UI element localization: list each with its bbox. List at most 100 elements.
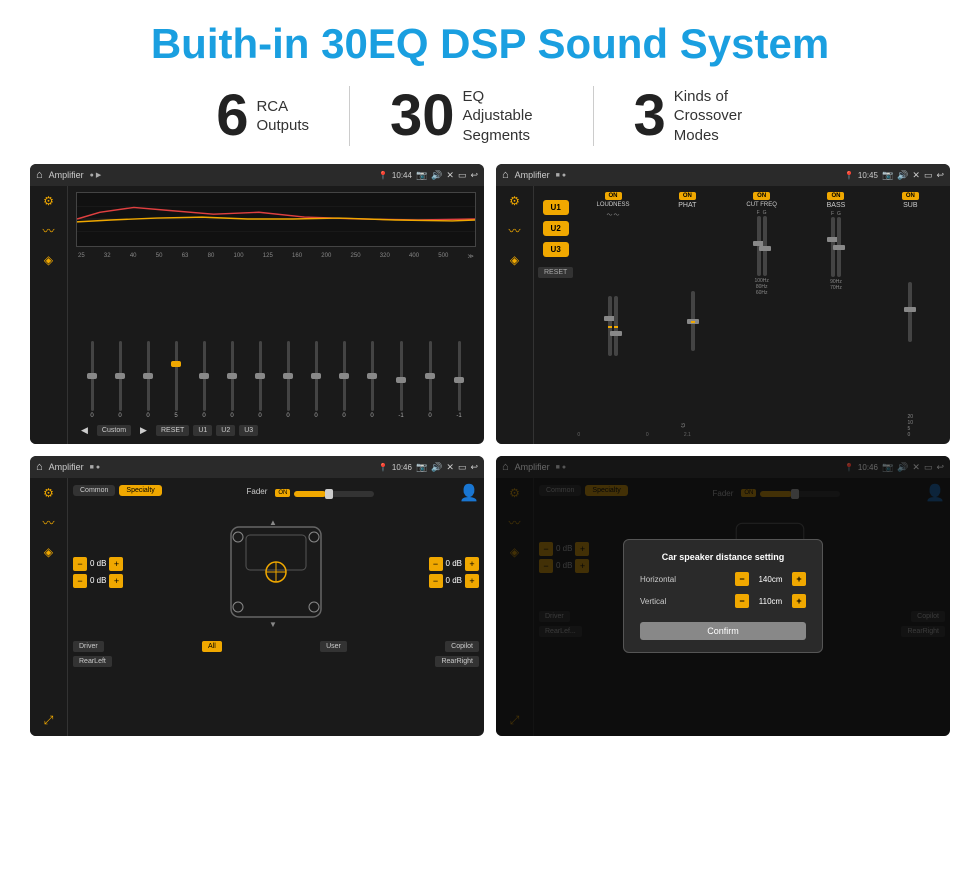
bass-label: BASS (827, 202, 846, 209)
back-icon-2[interactable]: ↩ (936, 170, 944, 181)
phat-fader[interactable] (691, 291, 695, 351)
loudness-fader-1[interactable] (608, 296, 612, 356)
back-icon-3[interactable]: ↩ (470, 462, 478, 473)
right-front-vol: − 0 dB + (429, 557, 479, 571)
specialty-tab[interactable]: Specialty (119, 485, 161, 496)
screen3-top-row: Common Specialty Fader ON 👤 (73, 483, 479, 503)
left-rear-minus[interactable]: − (73, 574, 87, 588)
fader-bar[interactable] (294, 491, 374, 497)
eq-slider-12: 0 (428, 341, 431, 419)
speaker-icon-3[interactable]: ◈ (44, 545, 53, 559)
horizontal-minus-button[interactable]: − (735, 572, 749, 586)
screen1-eq-content: 25 32 40 50 63 80 100 125 160 200 250 32… (68, 186, 484, 444)
minimize-icon-3[interactable]: ▭ (458, 462, 467, 473)
u1-amp-button[interactable]: U1 (543, 200, 569, 215)
right-rear-plus[interactable]: + (465, 574, 479, 588)
user-button[interactable]: User (320, 641, 347, 652)
sub-fader[interactable] (908, 282, 912, 342)
sub-on-badge: ON (902, 192, 919, 200)
copilot-button[interactable]: Copilot (445, 641, 479, 652)
prev-button[interactable]: ◀ (76, 423, 93, 438)
wave-icon-3[interactable]: 〰 (42, 514, 54, 531)
stat-label-rca: RCA Outputs (256, 97, 309, 136)
stat-number-crossover: 3 (634, 87, 666, 145)
sub-label: SUB (903, 202, 917, 209)
screen2-title: Amplifier (515, 170, 550, 180)
car-svg: ▲ ▼ (216, 507, 336, 637)
filter-icon[interactable]: ⚙ (43, 194, 54, 208)
horizontal-plus-button[interactable]: + (792, 572, 806, 586)
wave-icon-2[interactable]: 〰 (508, 222, 520, 239)
custom-preset-button[interactable]: Custom (97, 425, 131, 436)
close-icon-2[interactable]: ✕ (912, 170, 920, 181)
left-front-plus[interactable]: + (109, 557, 123, 571)
eq-slider-7: 0 (286, 341, 289, 419)
eq-curve-svg (77, 193, 475, 246)
wave-icon[interactable]: 〰 (42, 222, 54, 239)
u3-amp-button[interactable]: U3 (543, 242, 569, 257)
speaker-icon[interactable]: ◈ (44, 253, 53, 267)
bass-on-badge: ON (827, 192, 844, 200)
main-title: Buith-in 30EQ DSP Sound System (30, 20, 950, 68)
right-rear-minus[interactable]: − (429, 574, 443, 588)
u2-amp-button[interactable]: U2 (543, 221, 569, 236)
home-icon-3[interactable]: ⌂ (36, 461, 43, 473)
phat-label: PHAT (678, 202, 696, 209)
right-front-minus[interactable]: − (429, 557, 443, 571)
screen-eq: ⌂ Amplifier ● ▶ 📍 10:44 📷 🔊 ✕ ▭ ↩ ⚙ 〰 ◈ (30, 164, 484, 444)
rearleft-button[interactable]: RearLeft (73, 656, 112, 667)
left-rear-vol: − 0 dB + (73, 574, 123, 588)
screen-speaker: ⌂ Amplifier ■ ● 📍 10:46 📷 🔊 ✕ ▭ ↩ ⚙ 〰 ◈ (30, 456, 484, 736)
close-icon-3[interactable]: ✕ (446, 462, 454, 473)
driver-button[interactable]: Driver (73, 641, 104, 652)
u3-button[interactable]: U3 (239, 425, 258, 436)
vertical-minus-button[interactable]: − (735, 594, 749, 608)
close-icon[interactable]: ✕ (446, 170, 454, 181)
expand-icon[interactable]: ⤢ (44, 713, 54, 728)
cutfreq-faders: F G (757, 210, 767, 276)
u1-button[interactable]: U1 (193, 425, 212, 436)
home-icon-2[interactable]: ⌂ (502, 169, 509, 181)
right-front-plus[interactable]: + (465, 557, 479, 571)
back-icon[interactable]: ↩ (470, 170, 478, 181)
filter-icon-3[interactable]: ⚙ (43, 486, 54, 500)
eq-slider-9: 0 (342, 341, 345, 419)
screen1-content: ⚙ 〰 ◈ (30, 186, 484, 444)
eq-slider-2: 0 (146, 341, 149, 419)
eq-slider-13: -1 (456, 341, 461, 419)
fader-on-badge: ON (275, 489, 290, 497)
bass-fader-g[interactable] (837, 217, 841, 277)
u2-button[interactable]: U2 (216, 425, 235, 436)
eq-slider-5: 0 (230, 341, 233, 419)
rearright-button[interactable]: RearRight (435, 656, 479, 667)
left-front-minus[interactable]: − (73, 557, 87, 571)
amp-reset-button[interactable]: RESET (538, 267, 573, 278)
person-icon[interactable]: 👤 (459, 483, 479, 503)
pin-icon-2: 📍 (844, 171, 854, 180)
amp-channels: ON LOUDNESS 〜〜 (577, 192, 946, 438)
loudness-fader-2[interactable] (614, 296, 618, 356)
minimize-icon[interactable]: ▭ (458, 170, 467, 181)
screen-distance: ⌂ Amplifier ■ ● 📍 10:46 📷 🔊 ✕ ▭ ↩ ⚙ 〰 (496, 456, 950, 736)
screen2-main: U1 U2 U3 RESET ON LOUDNESS 〜〜 (534, 186, 950, 444)
vertical-plus-button[interactable]: + (792, 594, 806, 608)
reset-button[interactable]: RESET (156, 425, 189, 436)
common-tab[interactable]: Common (73, 485, 115, 496)
left-controls: − 0 dB + − 0 dB + (73, 507, 123, 637)
cutfreq-on-badge: ON (753, 192, 770, 200)
screen1-topbar: ⌂ Amplifier ● ▶ 📍 10:44 📷 🔊 ✕ ▭ ↩ (30, 164, 484, 186)
loudness-on-badge: ON (605, 192, 622, 200)
confirm-button[interactable]: Confirm (640, 622, 806, 640)
screen3-content: ⚙ 〰 ◈ ⤢ Common Specialty Fader ON (30, 478, 484, 736)
screen2-topbar-icons: 📍 10:45 📷 🔊 ✕ ▭ ↩ (844, 170, 944, 181)
filter-icon-2[interactable]: ⚙ (509, 194, 520, 208)
all-button[interactable]: All (202, 641, 222, 652)
speaker-icon-2[interactable]: ◈ (510, 253, 519, 267)
minimize-icon-2[interactable]: ▭ (924, 170, 933, 181)
cutfreq-fader-g[interactable] (763, 216, 767, 276)
home-icon[interactable]: ⌂ (36, 169, 43, 181)
play-button[interactable]: ▶ (135, 423, 152, 438)
camera-icon: 📷 (416, 170, 427, 181)
left-rear-plus[interactable]: + (109, 574, 123, 588)
speaker-tabs: Common Specialty (73, 485, 162, 496)
